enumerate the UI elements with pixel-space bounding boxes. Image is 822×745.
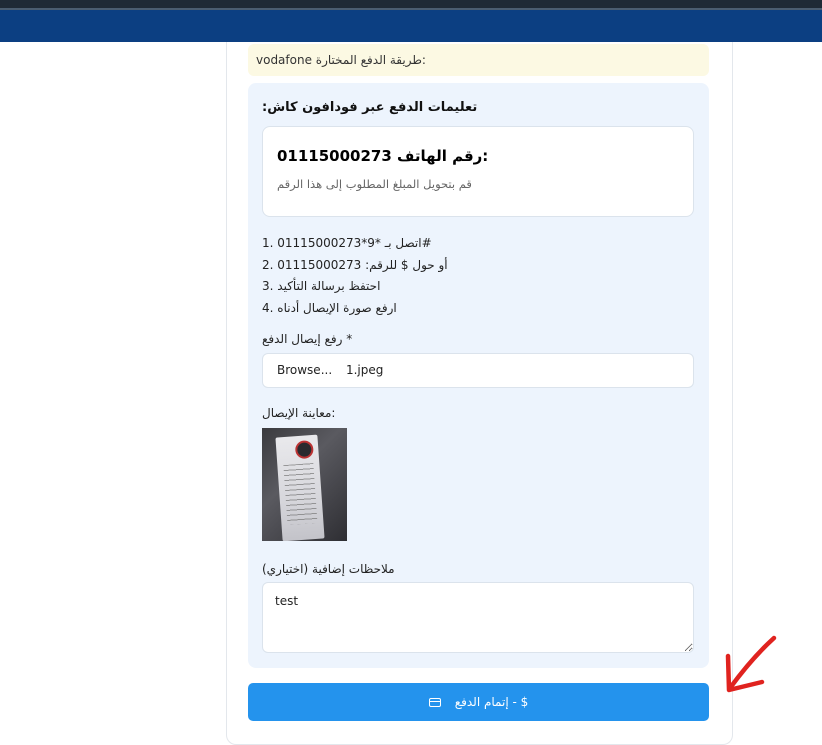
payment-method-value: vodafone — [256, 53, 312, 67]
notes-textarea[interactable]: test — [262, 582, 694, 653]
notes-label: ملاحظات إضافية (اختياري) — [262, 562, 395, 576]
receipt-file-input[interactable]: Browse... 1.jpeg — [262, 353, 694, 388]
step-number: 3. — [262, 279, 274, 293]
receipt-preview-label: معاينة الإيصال: — [262, 406, 336, 420]
step-text: احتفظ برسالة التأكيد — [277, 279, 381, 293]
phone-label: رقم الهاتف: — [397, 147, 489, 165]
credit-card-icon — [428, 697, 441, 707]
step-text: اتصل بـ *9*01115000273# — [277, 236, 432, 250]
step-item: 1. اتصل بـ *9*01115000273# — [262, 233, 448, 255]
instruction-steps: 1. اتصل بـ *9*01115000273# 2. أو حول $ ل… — [262, 233, 448, 319]
receipt-preview-image — [262, 428, 347, 541]
step-text: ارفع صورة الإيصال أدناه — [277, 300, 397, 315]
site-header-bar — [0, 10, 822, 42]
red-arrow-annotation-icon — [725, 635, 777, 693]
instructions-title: :تعليمات الدفع عبر فودافون كاش — [262, 100, 478, 115]
payment-method-label: طريقة الدفع المختارة: — [315, 53, 426, 67]
step-text: أو حول $ للرقم: 01115000273 — [277, 257, 448, 272]
selected-file-name: 1.jpeg — [345, 363, 384, 377]
browse-button-label: Browse... — [277, 363, 333, 377]
step-item: 3. احتفظ برسالة التأكيد — [262, 276, 448, 298]
complete-payment-button[interactable]: إتمام الدفع - $ — [248, 683, 709, 721]
step-number: 4. — [262, 300, 274, 315]
receipt-paper — [275, 434, 325, 541]
step-item: 4. ارفع صورة الإيصال أدناه — [262, 298, 448, 320]
phone-number-heading: 01115000273 رقم الهاتف: — [277, 147, 488, 165]
receipt-text-lines — [283, 463, 318, 525]
step-number: 1. — [262, 236, 274, 250]
phone-number: 01115000273 — [277, 147, 392, 165]
window-top-strip — [0, 0, 822, 10]
step-item: 2. أو حول $ للرقم: 01115000273 — [262, 255, 448, 277]
step-number: 2. — [262, 257, 274, 272]
complete-payment-label: إتمام الدفع - $ — [454, 695, 529, 709]
phone-number-box: 01115000273 رقم الهاتف: قم بتحويل المبلغ… — [262, 126, 694, 217]
receipt-upload-label: رفع إيصال الدفع * — [262, 332, 353, 346]
receipt-logo — [294, 439, 314, 460]
selected-payment-method: vodafone طريقة الدفع المختارة: — [248, 44, 709, 76]
phone-hint: قم بتحويل المبلغ المطلوب إلى هذا الرقم — [277, 177, 472, 191]
